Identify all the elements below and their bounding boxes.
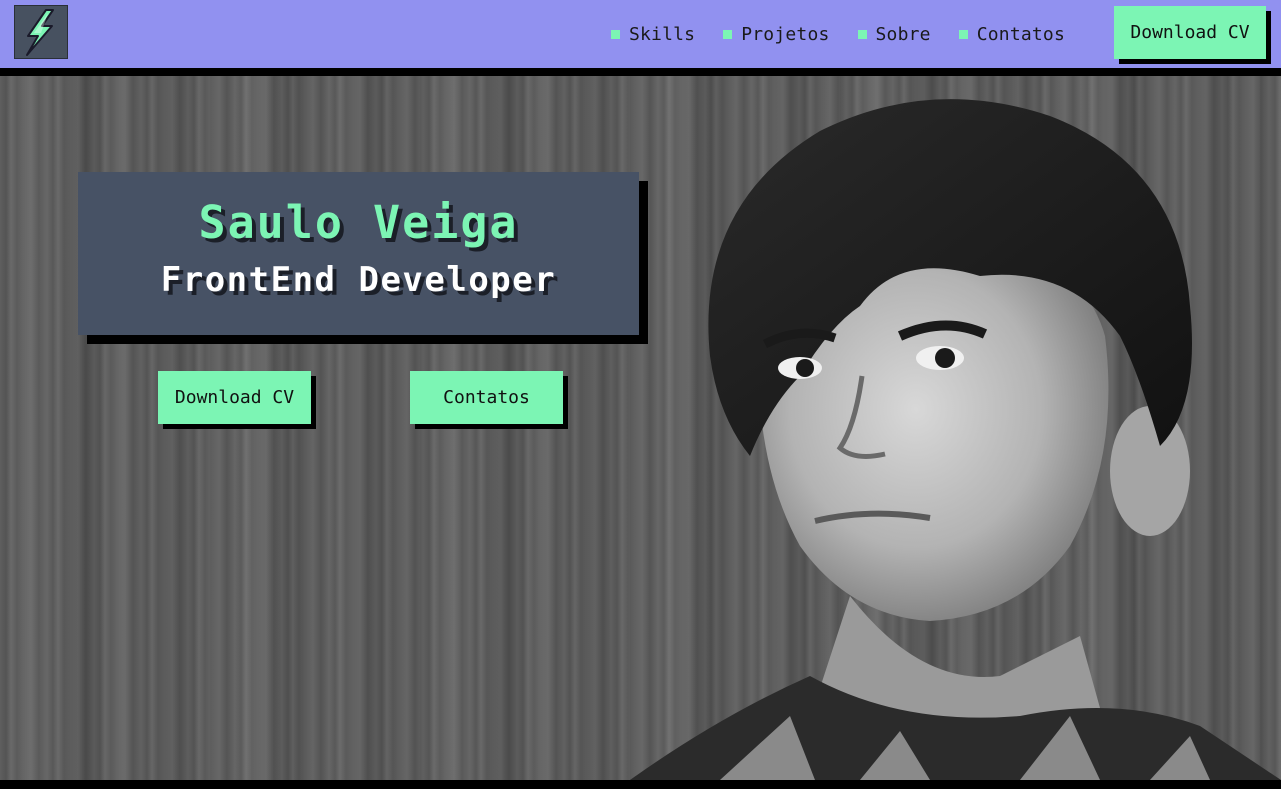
nav-item-label: Sobre <box>875 23 931 45</box>
footer-divider <box>0 780 1281 789</box>
nav-bullet-icon <box>857 29 867 39</box>
nav-item-label: Projetos <box>741 23 830 45</box>
lightning-bolt-icon <box>26 9 54 56</box>
hero-download-cv-button[interactable]: Download CV <box>158 371 311 424</box>
header-divider <box>0 68 1281 76</box>
hero-section: Saulo Veiga FrontEnd Developer Download … <box>0 76 1281 780</box>
nav-item-skills[interactable]: Skills <box>610 23 696 45</box>
hero-name: Saulo Veiga <box>198 196 519 249</box>
hero-contatos-button[interactable]: Contatos <box>410 371 563 424</box>
nav-bullet-icon <box>958 29 968 39</box>
portrait-photo <box>630 99 1281 780</box>
download-cv-button[interactable]: Download CV <box>1114 6 1266 59</box>
nav-item-projetos[interactable]: Projetos <box>723 24 829 45</box>
site-header: Skills Projetos Sobre Contatos Download … <box>0 0 1281 68</box>
title-card: Saulo Veiga FrontEnd Developer <box>78 172 639 335</box>
hero-role: FrontEnd Developer <box>160 260 557 300</box>
nav-item-label: Skills <box>628 23 696 45</box>
nav-item-sobre[interactable]: Sobre <box>857 23 931 45</box>
nav-bullet-icon <box>610 29 620 39</box>
nav-item-label: Contatos <box>976 23 1065 45</box>
nav-bullet-icon <box>723 29 733 39</box>
logo[interactable] <box>14 5 68 59</box>
nav-item-contatos[interactable]: Contatos <box>958 23 1065 45</box>
